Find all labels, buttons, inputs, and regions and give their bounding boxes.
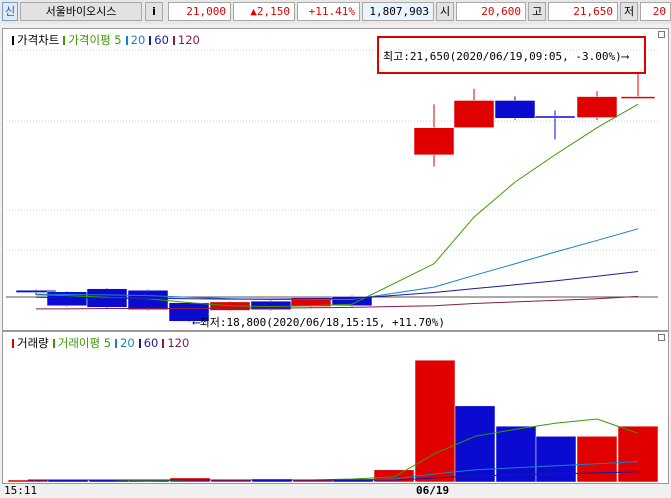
right-arrow-icon: ⟶ [621, 50, 629, 63]
price-ma5-line [35, 103, 639, 308]
legend-marker [149, 36, 152, 45]
legend-marker [12, 36, 14, 45]
candle-body [534, 115, 576, 119]
price-legend-item: 20 [130, 33, 146, 47]
low-annotation: ⟵최저:18,800(2020/06/18,15:15, +11.70%) [193, 316, 446, 329]
x-date-label: 06/19 [416, 484, 450, 497]
price-legend-item: 60 [154, 33, 169, 47]
price-legend-item: 120 [177, 33, 200, 47]
candle-body [494, 100, 536, 119]
volume-legend: 거래량 거래이평 5 20 60 120 [8, 335, 189, 351]
price-legend-item: 가격이평 5 [68, 33, 122, 47]
volume-legend-item: 거래량 [17, 336, 49, 350]
volume-bar [576, 436, 618, 483]
legend-marker [172, 36, 175, 45]
volume-bar [251, 478, 293, 483]
legend-marker [138, 339, 141, 348]
candle-body [620, 96, 656, 99]
legend-marker [125, 36, 128, 45]
volume-legend-item: 60 [143, 336, 159, 350]
candle-body [453, 100, 495, 128]
volume-bar [617, 425, 659, 483]
volume-bar [454, 405, 496, 483]
legend-marker [12, 339, 14, 348]
legend-marker [63, 36, 66, 45]
volume-legend-item: 20 [120, 336, 135, 350]
legend-marker [162, 339, 165, 348]
volume-bar [414, 359, 456, 483]
volume-bar [495, 425, 537, 483]
chart-canvas [6, 49, 659, 483]
candle-body [413, 127, 455, 156]
left-arrow-icon: ⟵ [193, 316, 200, 329]
high-annotation: 최고:21,650(2020/06/19,09:05, -3.00%)⟶ [383, 50, 629, 63]
price-legend: 가격차트 가격이평 5 20 60 120 [8, 32, 200, 48]
legend-marker [115, 339, 118, 348]
volume-legend-item: 거래이평 5 [57, 336, 112, 350]
candle-body [576, 96, 618, 118]
price-legend-item: 가격차트 [17, 33, 60, 47]
volume-legend-item: 120 [167, 336, 190, 350]
x-start-label: 15:11 [4, 484, 38, 497]
volume-bar [535, 436, 577, 483]
legend-marker [52, 339, 55, 348]
